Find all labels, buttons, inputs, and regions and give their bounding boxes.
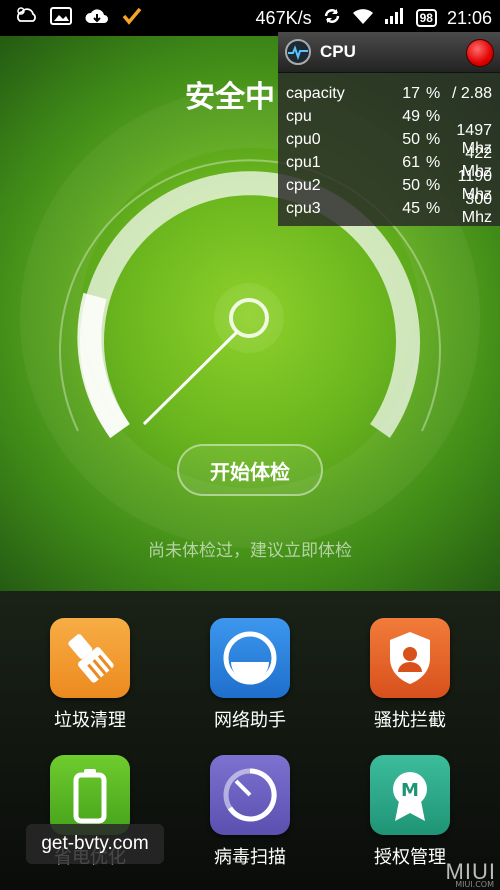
cpu-stat-unit: %: [426, 107, 441, 125]
cpu-monitor-logo-icon: [285, 39, 311, 65]
cpu-stat-name: cpu0: [286, 130, 321, 148]
network-speed: 467K/s: [255, 7, 312, 28]
close-icon[interactable]: [466, 39, 494, 67]
page-title: 安全中: [185, 80, 275, 115]
gauge-needle: [142, 330, 239, 426]
signal-icon: [384, 7, 406, 30]
gallery-icon: [50, 6, 72, 31]
tile-permission-management[interactable]: M 授权管理: [345, 755, 475, 869]
svg-text:M: M: [401, 780, 419, 801]
badge-icon: M: [370, 755, 450, 835]
cpu-monitor-title: CPU: [320, 42, 356, 61]
cpu-stat-extra: / 2.88: [451, 84, 492, 102]
cpu-stat-name: cpu: [286, 107, 312, 125]
cpu-stat-name: cpu2: [286, 176, 321, 194]
cpu-stats-list: capacity 17 % / 2.88 cpu 49 % cpu0 50 % …: [278, 73, 500, 226]
cpu-stat-unit: %: [426, 84, 441, 102]
network-icon: [210, 618, 290, 698]
cpu-stat-unit: %: [426, 153, 441, 171]
cpu-monitor-overlay[interactable]: CPU capacity 17 % / 2.88 cpu 49 % cpu0 5…: [278, 32, 500, 226]
battery-icon: 98: [415, 9, 437, 27]
check-icon: [122, 7, 142, 30]
scan-icon: [210, 755, 290, 835]
cpu-stat-unit: %: [426, 130, 441, 148]
clock: 21:06: [446, 7, 492, 28]
tile-virus-scan[interactable]: 病毒扫描: [185, 755, 315, 869]
cpu-stat-percent: 17: [402, 84, 420, 102]
cpu-stat-unit: %: [426, 176, 441, 194]
site-watermark: get-bvty.com: [26, 824, 164, 864]
cpu-stat-percent: 49: [402, 107, 420, 125]
cpu-stat-name: capacity: [286, 84, 345, 102]
miui-brand-url: MIUI.COM: [455, 880, 494, 889]
tile-junk-cleanup[interactable]: 垃圾清理: [25, 618, 155, 732]
cpu-stat-row: cpu3 45 % 300 Mhz: [278, 191, 500, 226]
tile-label: 骚扰拦截: [374, 710, 446, 731]
broom-icon: [50, 618, 130, 698]
start-checkup-button[interactable]: 开始体检: [177, 444, 323, 496]
cpu-stat-percent: 61: [402, 153, 420, 171]
cpu-stat-name: cpu1: [286, 153, 321, 171]
tile-harassment-block[interactable]: 骚扰拦截: [345, 618, 475, 732]
cloud-icon: [84, 6, 110, 31]
cpu-monitor-header[interactable]: CPU: [278, 32, 500, 73]
cpu-stat-extra: 300 Mhz: [461, 190, 492, 226]
cpu-stat-name: cpu3: [286, 199, 321, 217]
sync-icon: [322, 6, 342, 31]
tile-label: 垃圾清理: [54, 710, 126, 731]
battery-saver-icon: [50, 755, 130, 835]
cpu-stat-row: capacity 17 % / 2.88: [278, 82, 500, 105]
tile-label: 病毒扫描: [214, 847, 286, 868]
tile-label: 网络助手: [214, 710, 286, 731]
cpu-stat-percent: 45: [402, 199, 420, 217]
checkup-hint: 尚未体检过，建议立即体检: [148, 541, 352, 561]
cpu-stat-unit: %: [426, 199, 441, 217]
shield-person-icon: [370, 618, 450, 698]
wifi-icon: [352, 7, 374, 30]
cpu-stat-percent: 50: [402, 130, 420, 148]
tile-network-assistant[interactable]: 网络助手: [185, 618, 315, 732]
cpu-stat-percent: 50: [402, 176, 420, 194]
weather-icon: [14, 5, 38, 32]
status-bar: 467K/s 98 21:06: [0, 0, 500, 36]
